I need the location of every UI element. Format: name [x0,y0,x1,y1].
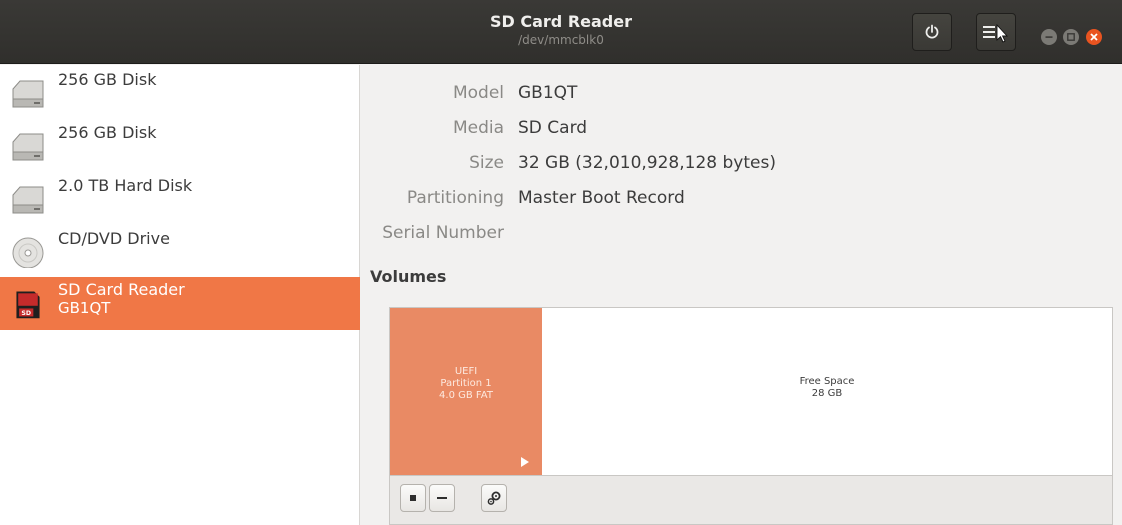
partition-name: UEFI [454,366,478,377]
drive-item-label: SD Card Reader [58,280,185,299]
minimize-button[interactable] [1041,29,1057,45]
header-bar: SD Card Reader /dev/mmcblk0 [0,0,1122,64]
hamburger-menu-icon [983,23,1009,43]
optical-disc-icon [12,237,44,268]
maximize-icon [1067,33,1075,41]
drive-details-panel: Model GB1QT Media SD Card Size 32 GB (32… [361,65,1122,525]
detail-row-model: Model GB1QT [361,81,1121,105]
window-subtitle: /dev/mmcblk0 [518,33,604,47]
unmount-button[interactable] [400,484,426,512]
play-icon [521,457,529,467]
free-space-label: Free Space [799,376,855,387]
detail-key: Size [469,153,504,173]
drive-item-sublabel: GB1QT [58,299,111,317]
minus-icon [437,497,447,499]
close-button[interactable] [1086,29,1102,45]
detail-key: Partitioning [406,188,504,208]
volumes-map: UEFI Partition 1 4.0 GB FAT Free Space 2… [389,307,1113,475]
close-icon [1090,33,1098,41]
gears-icon [487,491,501,505]
drive-item-sd-card-reader[interactable]: SD SD Card Reader GB1QT [0,277,360,330]
hard-disk-icon [12,186,44,214]
drive-item-label: 2.0 TB Hard Disk [58,176,193,195]
delete-partition-button[interactable] [429,484,455,512]
window-title-block: SD Card Reader /dev/mmcblk0 [0,12,1122,48]
detail-key: Serial Number [382,223,504,243]
sd-card-icon: SD [16,291,40,319]
volumes-heading: Volumes [370,267,447,286]
drive-item-256gb-disk-1[interactable]: 256 GB Disk [0,65,360,118]
svg-text:SD: SD [21,310,31,317]
additional-partition-options-button[interactable] [481,484,507,512]
window-title: SD Card Reader [490,12,632,31]
detail-row-size: Size 32 GB (32,010,928,128 bytes) [361,151,1121,175]
drive-list-sidebar: 256 GB Disk 256 GB Disk 2.0 TB Hard Disk… [0,65,360,525]
maximize-button[interactable] [1063,29,1079,45]
drive-item-label: 256 GB Disk [58,123,157,142]
drive-item-2tb-hard-disk[interactable]: 2.0 TB Hard Disk [0,171,360,224]
drive-item-256gb-disk-2[interactable]: 256 GB Disk [0,118,360,171]
detail-key: Media [452,118,504,138]
detail-row-partitioning: Partitioning Master Boot Record [361,186,1121,210]
detail-value: SD Card [518,118,588,138]
main-menu-button[interactable] [976,13,1016,51]
detail-row-serial-number: Serial Number [361,221,1121,245]
drive-item-label: CD/DVD Drive [58,229,170,248]
detail-row-media: Media SD Card [361,116,1121,140]
hard-disk-icon [12,133,44,161]
power-off-button[interactable] [912,13,952,51]
detail-value: GB1QT [518,83,578,103]
detail-key: Model [452,83,504,103]
partition-size-type: 4.0 GB FAT [439,390,493,401]
partition-block-free-space[interactable]: Free Space 28 GB [542,308,1112,475]
partition-block-uefi[interactable]: UEFI Partition 1 4.0 GB FAT [390,308,542,475]
hard-disk-icon [12,80,44,108]
power-icon [925,24,939,39]
stop-icon [410,495,416,501]
detail-value: 32 GB (32,010,928,128 bytes) [518,153,776,173]
drive-item-cd-dvd-drive[interactable]: CD/DVD Drive [0,224,360,277]
partition-label: Partition 1 [440,378,492,389]
detail-value: Master Boot Record [518,188,685,208]
minimize-icon [1045,36,1053,38]
drive-item-label: 256 GB Disk [58,70,157,89]
free-space-size: 28 GB [811,388,843,399]
volumes-toolbar [389,475,1113,525]
mouse-cursor-icon [996,23,1009,43]
